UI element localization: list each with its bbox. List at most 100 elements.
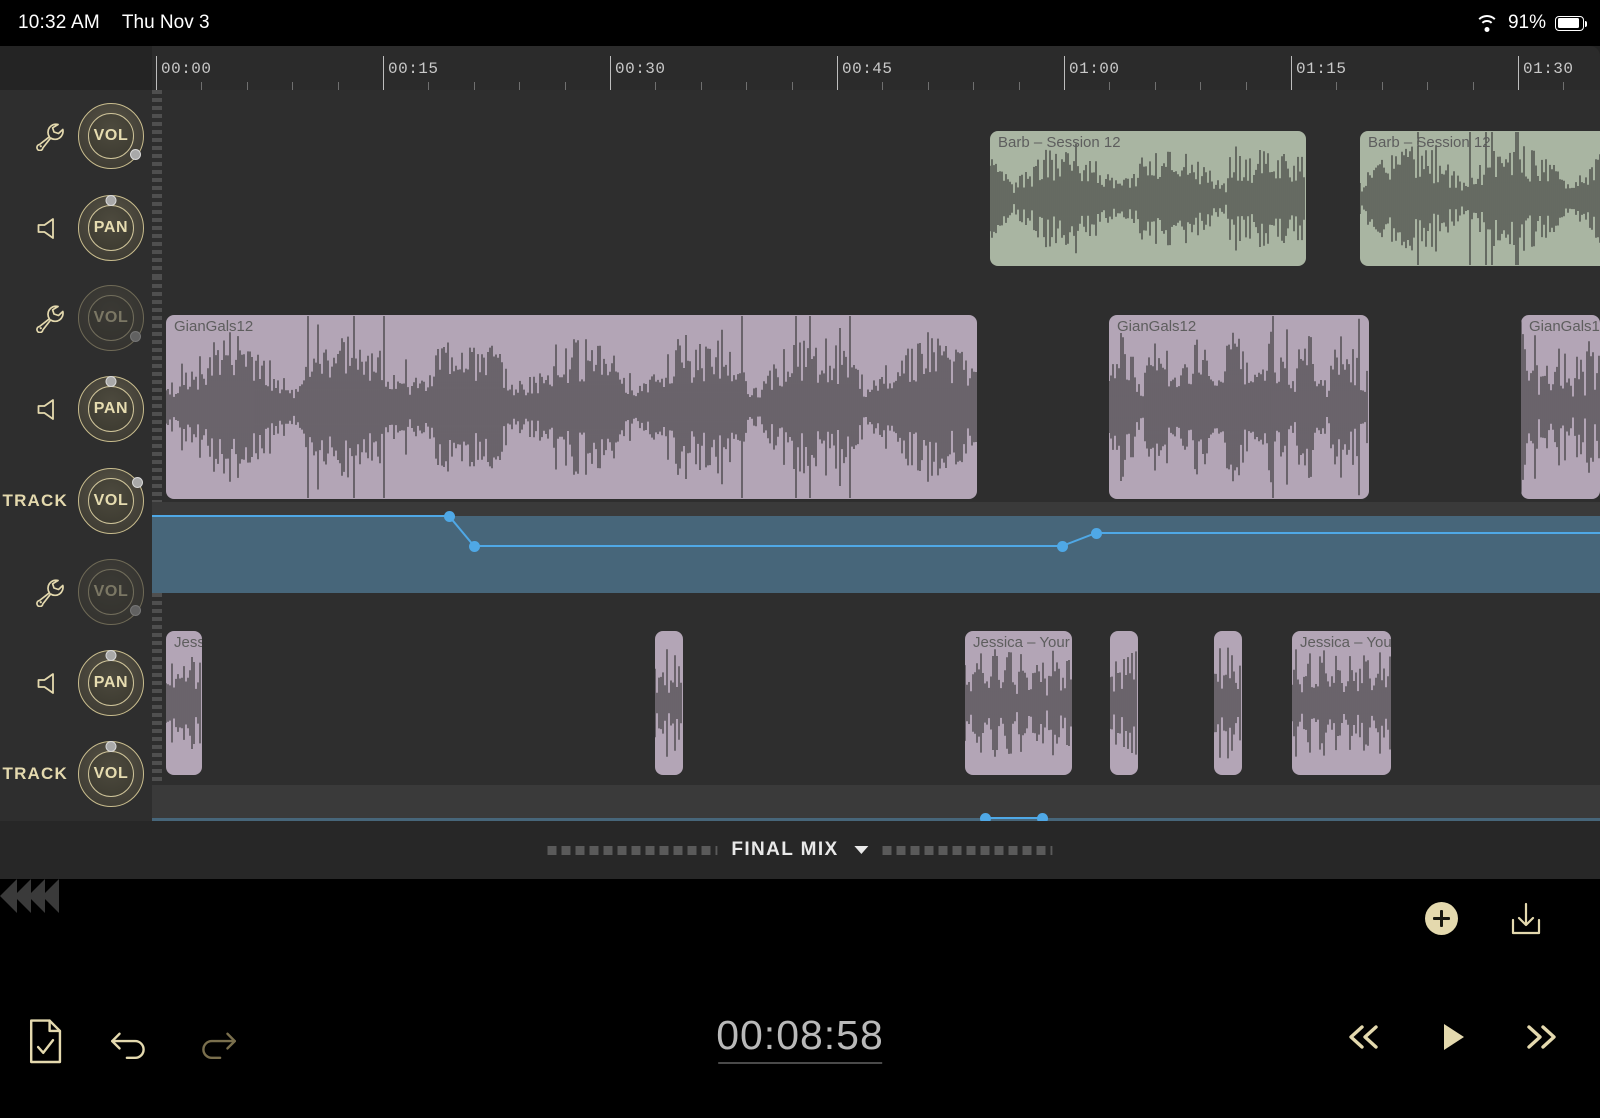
waveform [655, 631, 683, 775]
knob-label: VOL [79, 583, 143, 601]
audio-clip[interactable]: Jessica – Your Ho [965, 631, 1072, 775]
chevrons-left-icon[interactable] [0, 879, 130, 913]
audio-clip[interactable]: GianGals12 [1109, 315, 1369, 499]
volume-knob[interactable]: VOL [78, 468, 144, 534]
automation-node[interactable] [1091, 528, 1102, 539]
final-mix-selector[interactable]: FINAL MIX [547, 839, 1052, 861]
waveform [166, 315, 977, 499]
transport-right-group [1314, 1012, 1574, 1072]
redo-arrow-icon[interactable] [194, 1016, 240, 1062]
automation-node[interactable] [1057, 541, 1068, 552]
volume-knob[interactable]: VOL [78, 741, 144, 807]
speaker-icon[interactable] [34, 213, 68, 243]
mix-dashes-right [883, 846, 1053, 855]
ruler-tick-minor [1336, 82, 1337, 90]
ruler-tick-minor [519, 82, 520, 90]
ruler-tick-minor [247, 82, 248, 90]
import-download-icon[interactable] [1508, 900, 1544, 938]
waveform [1214, 631, 1242, 775]
audio-clip[interactable]: GianGals12 [1521, 315, 1600, 499]
audio-clip[interactable]: Barb – Session 12 [990, 131, 1306, 266]
ruler-tick-minor [474, 82, 475, 90]
wrench-icon[interactable] [34, 121, 68, 151]
audio-clip[interactable] [1214, 631, 1242, 775]
play-icon[interactable] [1426, 1012, 1478, 1062]
track-controls-rack: VOL PAN VOL PANTRACKVOL VOL PANTRACKVOL [0, 90, 152, 821]
tracks-container[interactable]: Barb – Session 12 Barb – Session 12 GianGa… [152, 90, 1600, 821]
clip-name: Barb – Session 12 [1368, 134, 1491, 151]
ruler-tick-minor [1382, 82, 1383, 90]
clip-name: Barb – Session 12 [998, 134, 1121, 151]
rack-row: VOL [0, 272, 152, 364]
wrench-icon[interactable] [34, 577, 68, 607]
wrench-icon[interactable] [34, 303, 68, 333]
volume-knob[interactable]: VOL [78, 103, 144, 169]
fast-forward-icon[interactable] [1514, 1012, 1566, 1062]
mix-dashes-left [547, 846, 717, 855]
audio-clip[interactable]: Jessi [166, 631, 202, 775]
chevron-down-icon[interactable] [855, 846, 869, 854]
waveform [1110, 631, 1138, 775]
automation-lane-1[interactable] [152, 502, 1600, 593]
track-resize-grip[interactable] [152, 90, 162, 276]
knob-label: PAN [79, 400, 143, 418]
ruler-tick-minor [1246, 82, 1247, 90]
document-check-icon[interactable] [22, 1016, 68, 1062]
rewind-icon[interactable] [1338, 1012, 1390, 1062]
speaker-icon[interactable] [34, 668, 68, 698]
waveform [1360, 131, 1600, 266]
pan-knob[interactable]: PAN [78, 650, 144, 716]
status-time: 10:32 AM [18, 12, 100, 34]
knob-label: VOL [79, 765, 143, 783]
ruler-tick-major [1291, 56, 1292, 90]
audio-clip[interactable] [1110, 631, 1138, 775]
ruler-tick-major [156, 56, 157, 90]
audio-clip[interactable]: Jessica – Your H [1292, 631, 1391, 775]
timeline-ruler[interactable]: 00:0000:1500:3000:4501:0001:1501:30 [0, 46, 1600, 90]
clip-name: GianGals12 [1117, 318, 1196, 335]
knob-indicator-dot [106, 195, 117, 206]
bottom-panel [0, 879, 1600, 1118]
rack-row: VOL [0, 546, 152, 638]
waveform [1521, 315, 1600, 499]
waveform [166, 631, 202, 775]
pan-knob[interactable]: PAN [78, 376, 144, 442]
speaker-icon[interactable] [34, 394, 68, 424]
track-2-purple[interactable]: GianGals12 GianGals12 GianGals12 [152, 276, 1600, 502]
audio-editor-app: 10:32 AM Thu Nov 3 91% 00:0000:1500:3000… [0, 0, 1600, 1118]
timecode-underline [718, 1062, 882, 1064]
timecode-value: 00:08:58 [716, 1012, 884, 1059]
pan-knob[interactable]: PAN [78, 195, 144, 261]
final-mix-bar: FINAL MIX [0, 821, 1600, 879]
waveform [1109, 315, 1369, 499]
automation-node[interactable] [469, 541, 480, 552]
timecode-display[interactable]: 00:08:58 [716, 1012, 884, 1064]
track-resize-grip[interactable] [152, 593, 162, 785]
track-1-green[interactable]: Barb – Session 12 Barb – Session 12 [152, 90, 1600, 276]
audio-clip[interactable]: Barb – Session 12 [1360, 131, 1600, 266]
rack-row: TRACKVOL [0, 455, 152, 547]
volume-knob[interactable]: VOL [78, 285, 144, 351]
undo-arrow-icon[interactable] [107, 1016, 153, 1062]
ruler-tick-label: 00:15 [388, 60, 439, 78]
wifi-icon [1475, 14, 1499, 32]
waveform [990, 131, 1306, 266]
knob-indicator-dot [106, 741, 117, 752]
rack-row: VOL [0, 90, 152, 182]
ruler-tick-major [1518, 56, 1519, 90]
ruler-tick-minor [882, 82, 883, 90]
clip-name: Jessica – Your H [1300, 634, 1391, 651]
volume-knob[interactable]: VOL [78, 559, 144, 625]
transport-left-group [0, 1010, 300, 1080]
track-resize-grip[interactable] [152, 276, 162, 502]
ruler-tick-label: 01:30 [1523, 60, 1574, 78]
audio-clip[interactable]: GianGals12 [166, 315, 977, 499]
clip-name: GianGals12 [1529, 318, 1600, 335]
audio-clip[interactable] [655, 631, 683, 775]
track-3-purple[interactable]: Jessi Jessica – Your Ho Jessica – Your H [152, 593, 1600, 785]
plus-circle-icon[interactable] [1425, 902, 1458, 935]
knob-label: VOL [79, 127, 143, 145]
automation-node[interactable] [444, 511, 455, 522]
ruler-tick-minor [1200, 82, 1201, 90]
knob-indicator-dot [106, 376, 117, 387]
